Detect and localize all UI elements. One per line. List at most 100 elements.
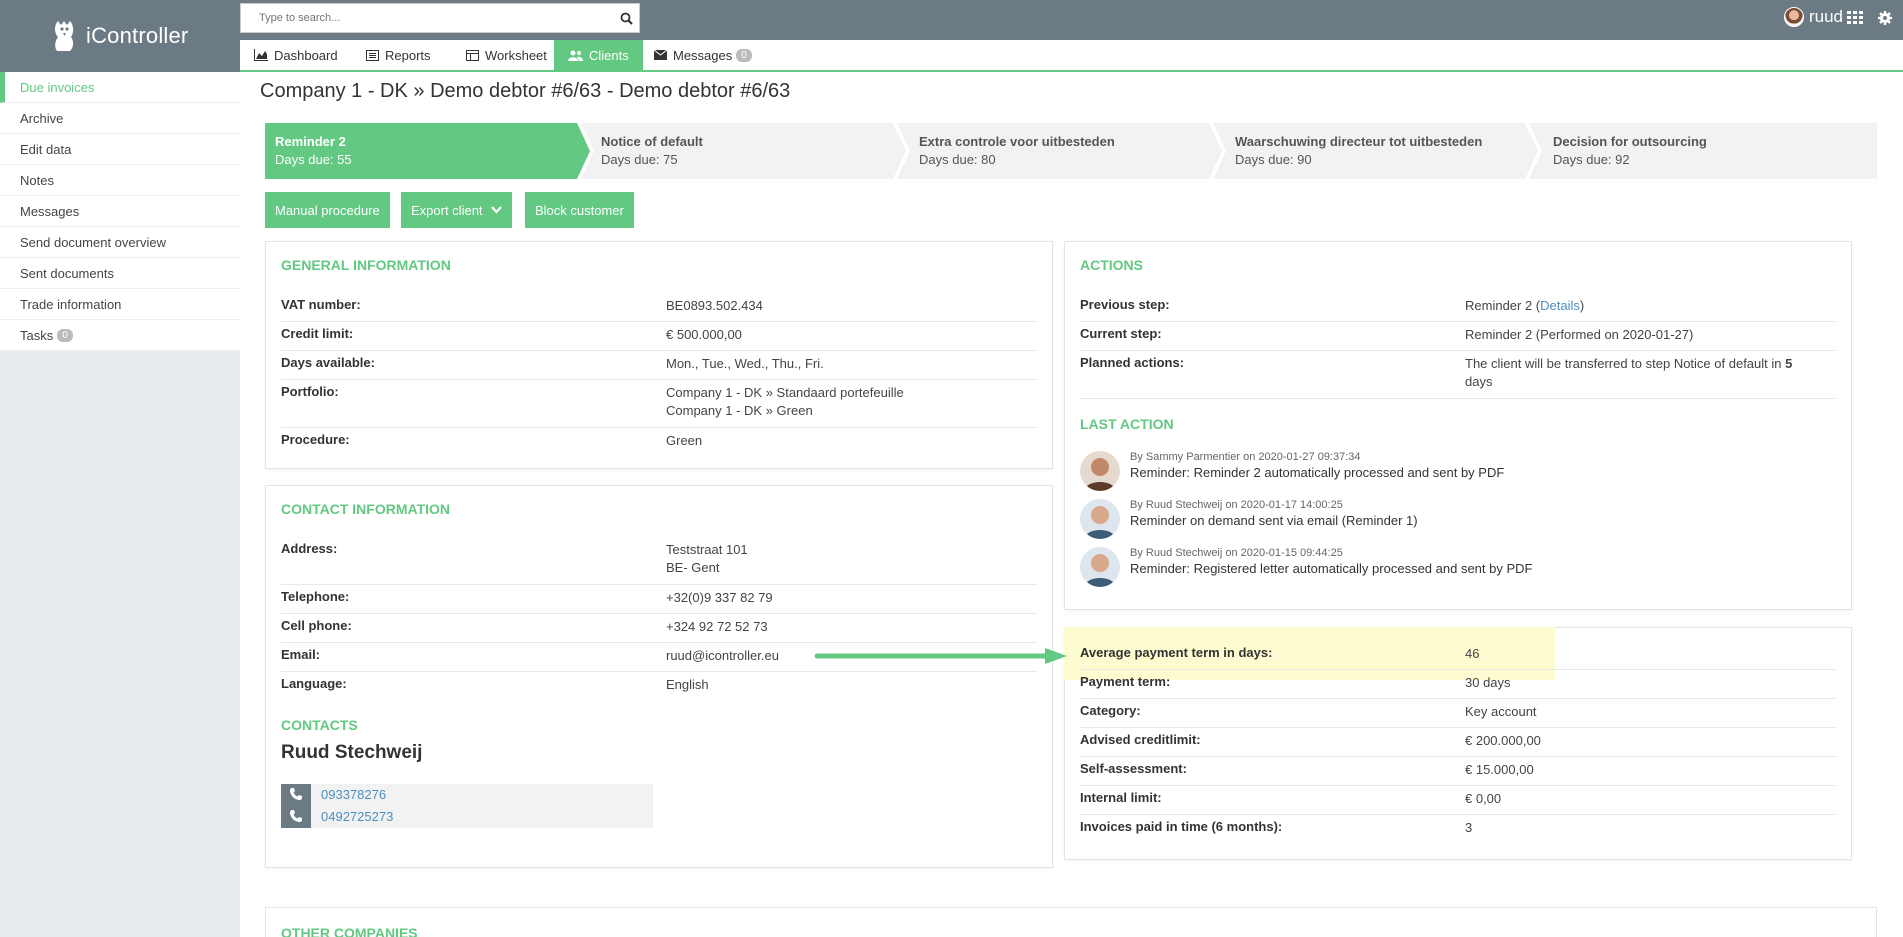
language-row: Language: English bbox=[281, 676, 1037, 701]
contact-phones: 093378276 0492725273 bbox=[281, 784, 653, 828]
sidebar-item-label: Tasks bbox=[20, 327, 54, 343]
sidebar-item-notes[interactable]: Notes bbox=[0, 165, 240, 196]
sidebar-item-tasks[interactable]: Tasks 0 bbox=[0, 320, 240, 351]
arrow-annotation-icon bbox=[815, 648, 1067, 664]
planned-text-end: days bbox=[1465, 374, 1493, 389]
previous-step-label: Previous step: bbox=[1080, 297, 1170, 312]
tasks-count-badge: 0 bbox=[57, 328, 73, 342]
email-value: ruud@icontroller.eu bbox=[666, 648, 779, 663]
sidebar-item-edit-data[interactable]: Edit data bbox=[0, 134, 240, 165]
days-available-label: Days available: bbox=[281, 355, 375, 370]
step-name: Notice of default bbox=[601, 134, 703, 149]
sidebar-menu: Due invoices Archive Edit data Notes Mes… bbox=[0, 72, 240, 351]
step-name: Waarschuwing directeur tot uitbesteden bbox=[1235, 134, 1483, 149]
search-input[interactable] bbox=[241, 4, 613, 32]
export-client-button[interactable]: Export client bbox=[401, 192, 512, 228]
advised-creditlimit-row: Advised creditlimit: € 200.000,00 bbox=[1080, 732, 1836, 757]
chart-area-icon bbox=[254, 49, 268, 61]
current-step-value: Reminder 2 (Performed on 2020-01-27) bbox=[1465, 327, 1694, 342]
payment-term-label: Payment term: bbox=[1080, 674, 1171, 689]
portfolio-line: Company 1 - DK » Green bbox=[666, 403, 813, 418]
last-action-by: By Ruud Stechweij on 2020-01-15 09:44:25 bbox=[1130, 547, 1343, 559]
internal-limit-label: Internal limit: bbox=[1080, 790, 1162, 805]
vat-row: VAT number: BE0893.502.434 bbox=[281, 297, 1037, 322]
users-icon bbox=[568, 50, 583, 61]
messages-count-badge: 0 bbox=[736, 48, 752, 62]
step-decision-outsourcing[interactable]: Decision for outsourcing Days due: 92 bbox=[1529, 123, 1877, 179]
step-waarschuwing-directeur[interactable]: Waarschuwing directeur tot uitbesteden D… bbox=[1213, 123, 1538, 179]
manual-procedure-button[interactable]: Manual procedure bbox=[265, 192, 390, 228]
phone-links: 093378276 0492725273 bbox=[321, 784, 393, 828]
step-reminder-2[interactable]: Reminder 2 Days due: 55 bbox=[265, 123, 590, 179]
avatar bbox=[1080, 499, 1120, 539]
bird-logo-icon bbox=[55, 21, 74, 51]
sidebar-item-label: Trade information bbox=[20, 296, 122, 312]
sidebar-item-archive[interactable]: Archive bbox=[0, 103, 240, 134]
last-action-text: Reminder on demand sent via email (Remin… bbox=[1130, 513, 1418, 528]
credit-limit-value: € 500.000,00 bbox=[666, 327, 742, 342]
last-action-item: By Ruud Stechweij on 2020-01-17 14:00:25… bbox=[1080, 499, 1418, 539]
phone-icon bbox=[290, 810, 302, 822]
tab-label: Messages bbox=[673, 47, 733, 63]
procedure-value: Green bbox=[666, 433, 703, 448]
sidebar-item-label: Due invoices bbox=[20, 79, 95, 95]
category-label: Category: bbox=[1080, 703, 1141, 718]
invoices-paid-label: Invoices paid in time (6 months): bbox=[1080, 819, 1283, 834]
previous-step-value: Reminder 2 (Details) bbox=[1465, 297, 1584, 321]
sidebar-item-due-invoices[interactable]: Due invoices bbox=[0, 72, 240, 103]
contact-phone-link[interactable]: 093378276 bbox=[321, 784, 393, 806]
average-payment-term-label: Average payment term in days: bbox=[1080, 645, 1273, 660]
payment-term-value: 30 days bbox=[1465, 675, 1511, 690]
sidebar-item-sent-documents[interactable]: Sent documents bbox=[0, 258, 240, 289]
tab-dashboard[interactable]: Dashboard bbox=[240, 40, 352, 70]
previous-step-row: Previous step: Reminder 2 (Details) bbox=[1080, 297, 1836, 322]
sidebar-item-trade-information[interactable]: Trade information bbox=[0, 289, 240, 320]
tab-label: Reports bbox=[385, 47, 431, 63]
contact-phone-link[interactable]: 0492725273 bbox=[321, 806, 393, 828]
cell-phone-row: Cell phone: +324 92 72 52 73 bbox=[281, 618, 1037, 643]
apps-grid-icon[interactable] bbox=[1847, 11, 1863, 25]
step-notice-of-default[interactable]: Notice of default Days due: 75 bbox=[581, 123, 906, 179]
tab-worksheet[interactable]: Worksheet bbox=[452, 40, 561, 70]
sidebar: Due invoices Archive Edit data Notes Mes… bbox=[0, 72, 240, 937]
cell-phone-label: Cell phone: bbox=[281, 618, 352, 633]
tab-clients[interactable]: Clients bbox=[554, 40, 643, 70]
tab-messages[interactable]: Messages 0 bbox=[640, 40, 766, 70]
contact-person-name: Ruud Stechweij bbox=[281, 742, 423, 763]
cell-phone-link[interactable]: +324 92 72 52 73 bbox=[666, 618, 768, 642]
actions-panel: ACTIONS Previous step: Reminder 2 (Detai… bbox=[1064, 241, 1852, 610]
user-menu[interactable]: ruud bbox=[1783, 7, 1843, 27]
gear-icon[interactable] bbox=[1877, 10, 1893, 26]
app-name: iController bbox=[86, 23, 189, 48]
internal-limit-value: € 0,00 bbox=[1465, 791, 1502, 806]
tab-label: Dashboard bbox=[274, 47, 338, 63]
search-box bbox=[240, 3, 640, 33]
average-payment-term-value: 46 bbox=[1465, 646, 1480, 661]
step-extra-controle[interactable]: Extra controle voor uitbesteden Days due… bbox=[897, 123, 1222, 179]
last-action-body: By Ruud Stechweij on 2020-01-17 14:00:25… bbox=[1130, 499, 1418, 539]
details-link[interactable]: Details bbox=[1540, 298, 1580, 313]
block-customer-button[interactable]: Block customer bbox=[525, 192, 634, 228]
sidebar-item-send-document-overview[interactable]: Send document overview bbox=[0, 227, 240, 258]
sidebar-item-label: Archive bbox=[20, 110, 64, 126]
sidebar-item-messages[interactable]: Messages bbox=[0, 196, 240, 227]
app-logo[interactable]: iController bbox=[0, 0, 240, 72]
last-action-title: LAST ACTION bbox=[1080, 416, 1174, 432]
button-label: Export client bbox=[411, 202, 483, 218]
sidebar-item-label: Notes bbox=[20, 172, 54, 188]
telephone-link[interactable]: +32(0)9 337 82 79 bbox=[666, 589, 773, 613]
planned-actions-label: Planned actions: bbox=[1080, 355, 1185, 370]
sidebar-item-label: Messages bbox=[20, 203, 80, 219]
days-available-value: Mon., Tue., Wed., Thu., Fri. bbox=[666, 356, 824, 371]
sidebar-item-label: Send document overview bbox=[20, 234, 166, 250]
search-icon[interactable] bbox=[613, 5, 639, 31]
tab-reports[interactable]: Reports bbox=[352, 40, 445, 70]
user-avatar bbox=[1783, 7, 1804, 27]
step-name: Extra controle voor uitbesteden bbox=[919, 134, 1115, 149]
button-label: Block customer bbox=[535, 202, 624, 218]
step-days: Days due: 75 bbox=[601, 152, 678, 167]
step-days: Days due: 92 bbox=[1553, 152, 1630, 167]
general-information-panel: GENERAL INFORMATION VAT number: BE0893.5… bbox=[265, 241, 1053, 469]
step-days: Days due: 90 bbox=[1235, 152, 1312, 167]
last-action-item: By Ruud Stechweij on 2020-01-15 09:44:25… bbox=[1080, 547, 1532, 587]
